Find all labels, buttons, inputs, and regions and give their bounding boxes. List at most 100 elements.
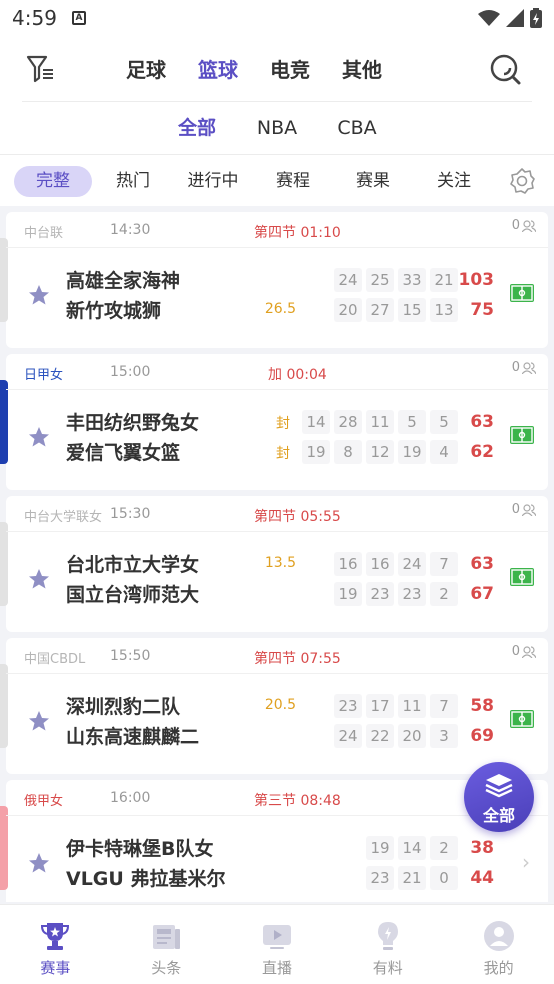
star-icon[interactable] [28,426,50,448]
live-court-icon[interactable] [510,710,534,728]
nav-headlines[interactable]: 头条 [111,905,222,984]
match-card[interactable]: 日甲女 15:00 加 00:04 0 丰田纺织野兔女 爱信飞翼女篮 封 14 … [0,354,548,490]
handicap: 26.5 [264,301,296,317]
user-avatar-icon [483,921,514,951]
live-court-icon[interactable] [510,426,534,444]
quarter-score: 28 [334,410,362,434]
followers-count: 0 [511,360,520,375]
match-status: 第四节 05:55 [254,509,341,525]
filter-schedule[interactable]: 赛程 [258,166,328,197]
settings-gear-icon[interactable] [508,167,536,195]
star-icon[interactable] [28,284,50,306]
away-team: VLGU 弗拉基米尔 [66,868,226,890]
away-quarters: 19 8 12 19 4 [302,440,458,464]
quarter-score: 23 [334,694,362,718]
wifi-icon [478,10,500,26]
star-icon[interactable] [28,852,50,874]
filter-live[interactable]: 进行中 [176,166,250,197]
quarter-score: 21 [398,866,426,890]
home-total: 38 [470,838,494,858]
live-court-icon[interactable] [510,284,534,302]
quarter-score: 19 [398,440,426,464]
tab-football[interactable]: 足球 [110,54,182,83]
away-total: 69 [470,726,494,746]
filter-results[interactable]: 赛果 [338,166,408,197]
league-tab-cba[interactable]: CBA [317,102,397,154]
card-accent [0,238,8,322]
kickoff-time: 15:50 [110,648,151,664]
card-header: 中国CBDL 15:50 第四节 07:55 0 [6,638,548,674]
layers-icon [485,774,513,798]
away-team: 山东高速麒麟二 [66,726,200,748]
live-court-icon[interactable] [510,568,534,586]
status-bar: 4:59 A [0,0,554,36]
nav-insights[interactable]: 有料 [332,905,443,984]
nav-label: 有料 [372,959,403,977]
quarter-score: 12 [366,440,394,464]
home-team: 丰田纺织野兔女 [66,412,200,434]
league-tab-all[interactable]: 全部 [157,102,237,154]
sport-tabs: 足球 篮球 电竞 其他 [110,54,398,83]
nav-profile[interactable]: 我的 [443,905,554,984]
filter-follow[interactable]: 关注 [418,166,490,197]
quarter-score: 5 [398,410,426,434]
quarter-score: 14 [398,836,426,860]
all-matches-fab[interactable]: 全部 [464,762,534,832]
quarter-score: 23 [398,582,426,606]
away-total: 75 [470,300,494,320]
home-quarters: 14 28 11 5 5 [302,410,458,434]
match-card[interactable]: 中国CBDL 15:50 第四节 07:55 0 深圳烈豹二队 山东高速麒麟二 … [0,638,548,774]
match-card[interactable]: 中台联 14:30 第四节 01:10 0 高雄全家海神 新竹攻城狮 24 25… [0,212,548,348]
quarter-score: 14 [302,410,330,434]
quarter-score: 27 [366,298,394,322]
home-quarters: 16 16 24 7 [334,552,458,576]
handicap: 封 [276,416,290,432]
away-quarters: 19 23 23 2 [334,582,458,606]
away-total: 62 [470,442,494,462]
quarter-score: 22 [366,724,394,748]
home-total: 63 [470,554,494,574]
card-accent [0,522,8,606]
tab-basketball[interactable]: 篮球 [182,54,254,83]
battery-icon [530,8,542,28]
handicap: 13.5 [264,555,296,571]
quarter-score: 15 [398,298,426,322]
away-quarters: 23 21 0 [366,866,458,890]
followers-count: 0 [511,502,520,517]
filter-complete[interactable]: 完整 [14,166,92,197]
handicap: 20.5 [264,697,296,713]
chevron-right-icon[interactable]: › [522,850,530,874]
league-tab-nba[interactable]: NBA [237,102,317,154]
trophy-icon [41,923,70,950]
newspaper-icon [153,925,181,949]
quarter-score: 11 [366,410,394,434]
away-team: 爱信飞翼女篮 [66,442,181,464]
match-status: 第四节 01:10 [254,225,341,241]
filter-icon[interactable] [26,54,56,84]
quarter-score: 23 [366,582,394,606]
tab-esports[interactable]: 电竞 [254,54,326,83]
league-name: 中国CBDL [24,652,86,667]
followers-count: 0 [511,218,520,233]
search-icon[interactable] [488,52,522,86]
tab-other[interactable]: 其他 [326,54,398,83]
filter-hot[interactable]: 热门 [98,166,168,197]
kickoff-time: 15:30 [110,506,151,522]
quarter-score: 17 [366,694,394,718]
star-icon[interactable] [28,568,50,590]
home-team: 台北市立大学女 [66,554,200,576]
home-team: 高雄全家海神 [66,270,181,292]
kickoff-time: 15:00 [110,364,151,380]
app-header: 足球 篮球 电竞 其他 [0,36,554,102]
league-name: 中台大学联女 [24,510,103,525]
card-accent [0,806,8,890]
nav-matches[interactable]: 赛事 [0,905,111,984]
star-icon[interactable] [28,710,50,732]
home-quarters: 23 17 11 7 [334,694,458,718]
card-header: 日甲女 15:00 加 00:04 0 [6,354,548,390]
nav-live[interactable]: 直播 [222,905,333,984]
match-status: 第四节 07:55 [254,651,341,667]
quarter-score: 8 [334,440,362,464]
match-card[interactable]: 中台大学联女 15:30 第四节 05:55 0 台北市立大学女 国立台湾师范大… [0,496,548,632]
away-quarters: 20 27 15 13 [334,298,458,322]
